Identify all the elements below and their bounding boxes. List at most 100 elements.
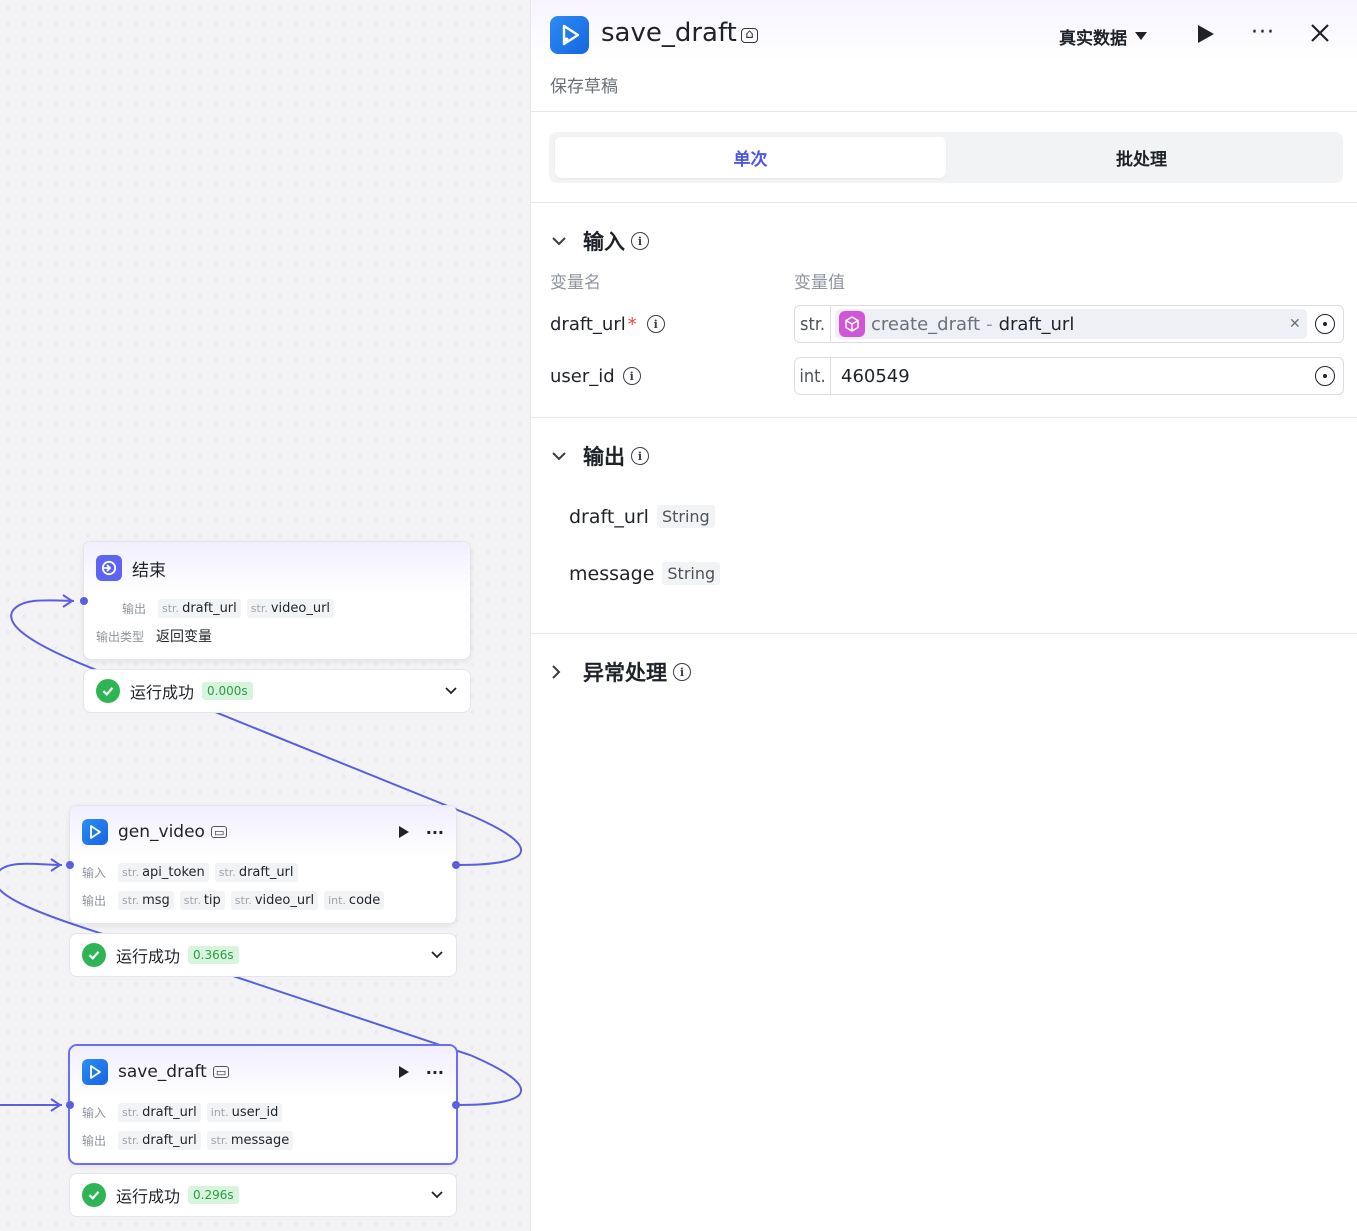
end-output-type-value: 返回变量 (156, 629, 212, 645)
input-name-text: user_id (550, 365, 615, 387)
mode-tabs: 单次 批处理 (549, 132, 1343, 183)
success-check-icon (82, 1183, 106, 1207)
save-input-tag: int. user_id (206, 1102, 283, 1122)
input-row-user-id: user_id i int. 460549 (531, 350, 1357, 402)
end-output-tag: str. draft_url (158, 598, 241, 618)
chevron-down-icon[interactable] (430, 1190, 444, 1200)
error-section: 异常处理 i (531, 634, 1357, 692)
gen-video-node-title: gen_video (118, 822, 205, 842)
save-input-label: 输入 (82, 1105, 107, 1120)
more-icon[interactable]: ··· (426, 823, 444, 842)
type-label: str. (795, 306, 831, 342)
workflow-canvas[interactable]: 结束 输出 str. draft_url str. video_url 输出类型 返… (0, 0, 530, 1231)
ref-variable: draft_url (998, 313, 1075, 335)
save-input-tag: str. draft_url (118, 1102, 201, 1122)
tab-batch[interactable]: 批处理 (946, 137, 1337, 178)
info-icon[interactable]: i (631, 447, 649, 465)
user-id-value[interactable]: 460549 (841, 366, 910, 387)
tab-single[interactable]: 单次 (555, 137, 946, 178)
gen-output-tag: str. video_url (230, 890, 319, 910)
close-icon[interactable] (1309, 22, 1331, 44)
play-icon[interactable] (398, 825, 410, 839)
output-name: message (569, 562, 655, 585)
save-output-tag: str. message (206, 1130, 294, 1150)
play-icon[interactable] (1197, 24, 1215, 44)
info-icon[interactable]: i (631, 232, 649, 250)
gen-output-tag: int. code (324, 890, 385, 910)
output-section: 输出 i draft_url String message String (531, 418, 1357, 634)
col-value-header: 变量值 (794, 272, 845, 293)
error-section-title: 异常处理 (583, 661, 667, 685)
gen-input-tag: str. api_token (118, 862, 209, 882)
panel-header: save_draft ⌂ 保存草稿 真实数据 ··· (531, 0, 1357, 112)
output-name: draft_url (569, 505, 649, 528)
save-time-badge: 0.296s (188, 1186, 239, 1204)
end-node-icon (96, 555, 122, 581)
code-icon: ⌂ (741, 28, 758, 43)
code-icon: ▭ (212, 1066, 230, 1078)
output-row: draft_url String (531, 488, 1357, 545)
gen-input-port[interactable] (66, 861, 74, 869)
input-section-header[interactable]: 输入 i (531, 221, 1357, 261)
panel-subtitle: 保存草稿 (550, 77, 618, 97)
save-status-bar[interactable]: 运行成功 0.296s (69, 1173, 457, 1217)
input-column-headers: 变量名 变量值 (531, 265, 1357, 295)
end-status-bar[interactable]: 运行成功 0.000s (83, 669, 471, 713)
end-input-port[interactable] (80, 597, 88, 605)
user-id-value-field[interactable]: int. 460549 (794, 357, 1344, 395)
gen-output-tag: str. msg (118, 890, 174, 910)
gen-status-text: 运行成功 (116, 947, 181, 966)
arrow-save-in (50, 1098, 62, 1112)
arrow-end-in (62, 594, 74, 608)
draft-url-value-field[interactable]: str. create_draft - draft_url ✕ (794, 305, 1344, 343)
more-icon[interactable]: ··· (1251, 20, 1275, 45)
play-icon[interactable] (398, 1065, 410, 1079)
info-icon[interactable]: i (646, 315, 665, 333)
mode-tabs-wrap: 单次 批处理 (531, 112, 1357, 203)
end-time-badge: 0.000s (202, 682, 253, 700)
data-mode-dropdown[interactable]: 真实数据 (1059, 24, 1147, 49)
gen-input-tag: str. draft_url (214, 862, 298, 882)
save-draft-node[interactable]: save_draft ▭ ··· 输入 str. draft_url int. us… (66, 1045, 460, 1164)
save-output-tag: str. draft_url (118, 1130, 201, 1150)
output-type-tag: String (662, 562, 721, 585)
variable-picker-icon[interactable] (1315, 314, 1335, 334)
chevron-down-icon[interactable] (444, 686, 458, 696)
node-detail-panel: save_draft ⌂ 保存草稿 真实数据 ··· 单次 批处理 输入 i 变… (530, 0, 1357, 1231)
gen-status-bar[interactable]: 运行成功 0.366s (69, 933, 457, 977)
end-node[interactable]: 结束 输出 str. draft_url str. video_url 输出类型 返… (80, 541, 471, 660)
gen-input-label: 输入 (82, 865, 107, 880)
success-check-icon (82, 943, 106, 967)
save-output-port[interactable] (452, 1101, 460, 1109)
plugin-icon (82, 819, 108, 845)
input-row-draft-url: draft_url * i str. create_draft - draft_… (531, 298, 1357, 350)
save-draft-node-title: save_draft (118, 1062, 207, 1082)
output-type-tag: String (656, 505, 715, 528)
gen-time-badge: 0.366s (188, 946, 239, 964)
variable-picker-icon[interactable] (1315, 366, 1335, 386)
input-section: 输入 i 变量名 变量值 draft_url * i str. create_d… (531, 203, 1357, 418)
gen-video-node[interactable]: gen_video ▭ ··· 输入 str. api_token str. dra… (66, 805, 460, 924)
gen-output-port[interactable] (452, 861, 460, 869)
more-icon[interactable]: ··· (426, 1063, 444, 1082)
caret-down-icon (1135, 32, 1147, 40)
ref-separator: - (986, 313, 993, 335)
end-status-text: 运行成功 (130, 683, 195, 702)
input-name-text: draft_url (550, 313, 626, 335)
required-mark: * (627, 313, 637, 335)
cube-icon (839, 311, 865, 337)
output-section-title: 输出 (583, 445, 625, 469)
output-row: message String (531, 545, 1357, 602)
info-icon[interactable]: i (673, 663, 691, 681)
type-label: int. (795, 358, 831, 394)
chevron-down-icon[interactable] (430, 950, 444, 960)
error-section-header[interactable]: 异常处理 i (531, 652, 1357, 692)
output-section-header[interactable]: 输出 i (531, 436, 1357, 476)
info-icon[interactable]: i (622, 367, 641, 385)
input-name: user_id i (550, 366, 794, 387)
clear-icon[interactable]: ✕ (1289, 316, 1301, 332)
col-name-header: 变量名 (550, 272, 601, 293)
save-input-port[interactable] (66, 1101, 74, 1109)
plugin-icon (550, 16, 589, 54)
variable-reference[interactable]: create_draft - draft_url (835, 309, 1307, 339)
